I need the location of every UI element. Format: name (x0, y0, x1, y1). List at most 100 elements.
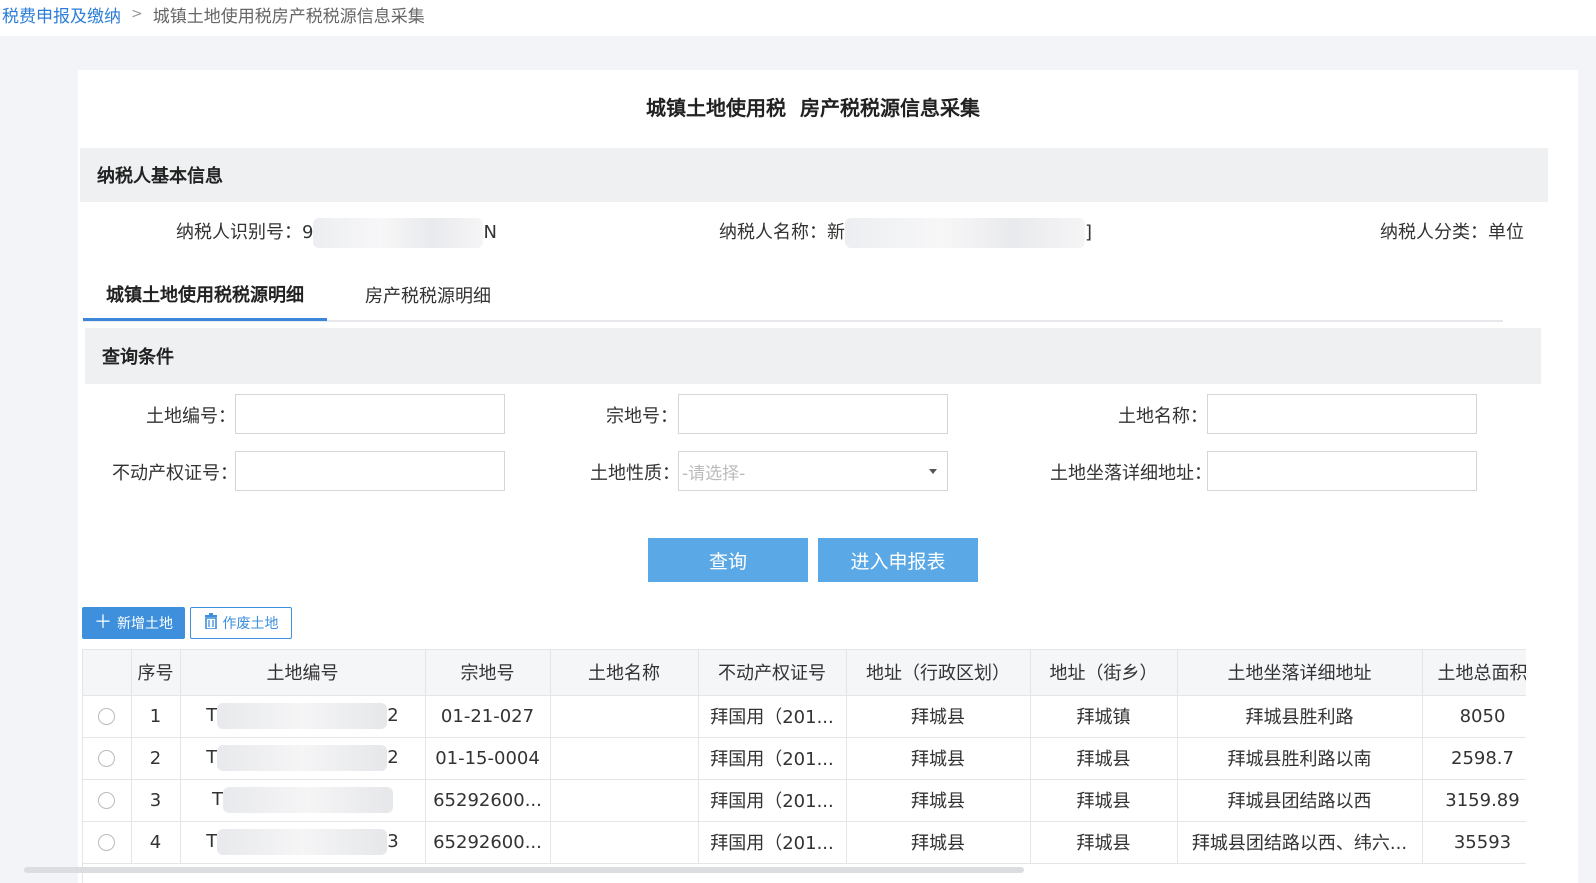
land-name-input[interactable] (1207, 394, 1477, 434)
taxpayer-id-prefix: 9 (302, 222, 314, 243)
enter-report-button[interactable]: 进入申报表 (818, 538, 978, 582)
breadcrumb-current: 城镇土地使用税房产税税源信息采集 (152, 6, 425, 27)
main-card: 城镇土地使用税 房产税税源信息采集 纳税人基本信息 纳税人识别号：9 N 纳税人名… (78, 70, 1578, 883)
cert-no-input[interactable] (235, 451, 505, 491)
land-name-label: 土地名称： (1118, 406, 1208, 427)
street-cell: 拜城县 (1030, 779, 1178, 822)
trash-icon (204, 613, 218, 633)
land-name-cell (550, 821, 699, 864)
taxpayer-section-header: 纳税人基本信息 (80, 148, 1548, 202)
breadcrumb-link-tax-filing[interactable]: 税费申报及缴纳 (2, 2, 121, 27)
redacted-taxpayer-id (313, 218, 484, 248)
taxpayer-id-suffix: N (483, 222, 497, 243)
land-name-cell (550, 779, 699, 822)
row-select-cell (83, 695, 132, 738)
breadcrumb: 税费申报及缴纳 > 城镇土地使用税房产税税源信息采集 (0, 0, 1596, 36)
breadcrumb-separator: > (131, 6, 143, 22)
lot-no-cell: 01-15-0004 (425, 737, 551, 780)
taxpayer-section-title: 纳税人基本信息 (97, 166, 223, 187)
add-land-button[interactable]: ＋ 新增土地 (82, 607, 185, 639)
plus-icon: ＋ (94, 612, 112, 633)
lot-no-input[interactable] (678, 394, 948, 434)
caret-down-icon (929, 468, 937, 474)
row-select-cell (83, 779, 132, 822)
row-select-radio[interactable] (98, 708, 116, 725)
cert-no-cell: 拜国用（201... (698, 821, 847, 864)
lot-no-cell: 01-21-027 (425, 695, 551, 738)
tab-bar: 城镇土地使用税税源明细 房产税税源明细 (83, 270, 1503, 322)
table-header-area: 土地总面积 (1422, 650, 1526, 696)
district-cell: 拜城县 (846, 737, 1031, 780)
land-no-input[interactable] (235, 394, 505, 434)
cert-no-cell: 拜国用（201... (698, 695, 847, 738)
street-cell: 拜城县 (1030, 821, 1178, 864)
land-nature-label: 土地性质： (590, 463, 680, 484)
redacted-taxpayer-name (845, 218, 1085, 248)
taxpayer-category-label: 纳税人分类： (1380, 222, 1488, 243)
tab-land-use-tax[interactable]: 城镇土地使用税税源明细 (83, 270, 327, 321)
land-no-prefix: T (206, 747, 218, 768)
seq-cell: 2 (131, 737, 181, 780)
table-header-seq: 序号 (131, 650, 181, 696)
lot-no-cell: 65292600... (425, 779, 551, 822)
table-header-address: 土地坐落详细地址 (1177, 650, 1423, 696)
redacted-land-no (217, 829, 388, 855)
taxpayer-id-row: 纳税人识别号：9 N (176, 218, 497, 248)
redacted-land-no (217, 703, 388, 729)
row-select-cell (83, 737, 132, 780)
cert-no-label: 不动产权证号： (112, 463, 238, 484)
redacted-land-no (223, 787, 393, 813)
address-input[interactable] (1207, 451, 1477, 491)
void-land-button[interactable]: 作废土地 (190, 607, 292, 639)
area-cell: 35593 (1422, 821, 1526, 864)
table-row[interactable]: 3 T 65292600... 拜国用（201... 拜城县 拜城县 拜城县团结… (83, 779, 1526, 822)
row-select-radio[interactable] (98, 834, 116, 851)
street-cell: 拜城县 (1030, 737, 1178, 780)
street-cell: 拜城镇 (1030, 695, 1178, 738)
table-header-street: 地址（街乡） (1030, 650, 1178, 696)
land-nature-select[interactable]: -请选择- (678, 451, 948, 491)
page-title: 城镇土地使用税 房产税税源信息采集 (646, 96, 980, 120)
query-section-header: 查询条件 (85, 328, 1541, 384)
area-cell: 8050 (1422, 695, 1526, 738)
row-select-radio[interactable] (98, 750, 116, 767)
row-select-radio[interactable] (98, 792, 116, 809)
address-cell: 拜城县胜利路以南 (1177, 737, 1423, 780)
address-cell: 拜城县团结路以西 (1177, 779, 1423, 822)
lot-no-label: 宗地号： (606, 406, 678, 427)
area-cell: 2598.7 (1422, 737, 1526, 780)
taxpayer-id-label: 纳税人识别号： (176, 222, 302, 243)
land-no-label: 土地编号： (146, 406, 236, 427)
land-no-cell: T2 (180, 737, 426, 780)
table-row[interactable]: 1 T2 01-21-027 拜国用（201... 拜城县 拜城镇 拜城县胜利路… (83, 695, 1526, 738)
seq-cell: 1 (131, 695, 181, 738)
land-no-cell: T2 (180, 695, 426, 738)
search-button[interactable]: 查询 (648, 538, 808, 582)
horizontal-scrollbar[interactable] (24, 867, 1024, 873)
table-header-lot-no: 宗地号 (425, 650, 551, 696)
land-no-suffix: 2 (387, 747, 399, 768)
redacted-land-no (217, 745, 388, 771)
table-header-land-no: 土地编号 (180, 650, 426, 696)
lot-no-cell: 65292600... (425, 821, 551, 864)
seq-cell: 3 (131, 779, 181, 822)
taxpayer-category-value: 单位 (1488, 222, 1524, 243)
address-cell: 拜城县团结路以西、纬六... (1177, 821, 1423, 864)
land-name-cell (550, 737, 699, 780)
table-row[interactable]: 2 T2 01-15-0004 拜国用（201... 拜城县 拜城县 拜城县胜利… (83, 737, 1526, 780)
table-header-row: 序号 土地编号 宗地号 土地名称 不动产权证号 地址（行政区划） 地址（街乡） … (83, 650, 1526, 696)
district-cell: 拜城县 (846, 821, 1031, 864)
address-label: 土地坐落详细地址： (1050, 463, 1212, 484)
row-select-cell (83, 821, 132, 864)
cert-no-cell: 拜国用（201... (698, 737, 847, 780)
add-land-label: 新增土地 (117, 616, 173, 632)
land-nature-placeholder: -请选择- (682, 463, 746, 484)
district-cell: 拜城县 (846, 779, 1031, 822)
tab-property-tax[interactable]: 房产税税源明细 (333, 270, 523, 320)
taxpayer-category-row: 纳税人分类：单位 (1380, 218, 1524, 244)
taxpayer-name-suffix: ] (1085, 222, 1093, 243)
area-cell: 3159.89 (1422, 779, 1526, 822)
void-land-label: 作废土地 (222, 616, 279, 632)
table-header-cert-no: 不动产权证号 (698, 650, 847, 696)
table-row[interactable]: 4 T3 65292600... 拜国用（201... 拜城县 拜城县 拜城县团… (83, 821, 1526, 864)
